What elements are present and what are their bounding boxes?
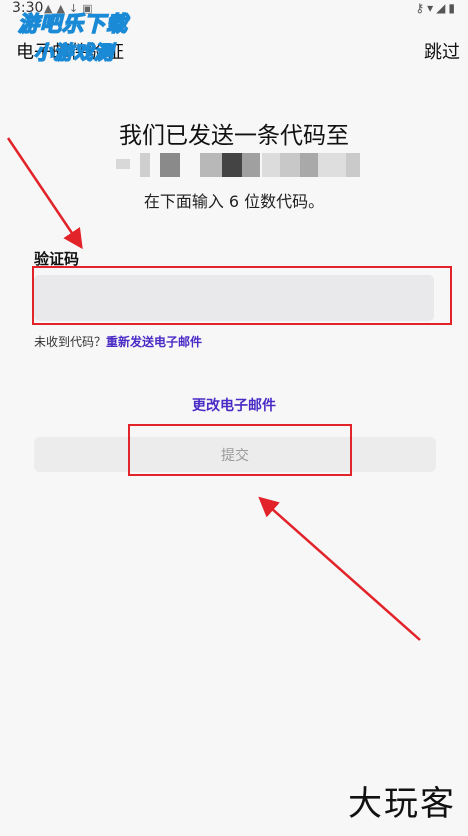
watermark-logo-line1: 游吧乐下载 <box>17 11 128 37</box>
key-icon: ⚷ <box>415 1 428 15</box>
redacted-email <box>112 153 362 181</box>
instruction-text: 在下面输入 6 位数代码。 <box>143 192 325 211</box>
watermark-text: 大玩客 <box>348 784 456 824</box>
resend-hint: 未收到代码？重新发送电子邮件 <box>34 333 202 350</box>
battery-icon: ▮ <box>448 1 458 15</box>
resend-hint-text: 未收到代码？ <box>34 335 107 349</box>
signal-icon: ◢ <box>436 1 449 15</box>
annotation-box-input <box>32 266 452 325</box>
watermark-logo-line2: 小游戏测 <box>33 41 115 65</box>
headline: 我们已发送一条代码至 <box>119 123 349 149</box>
system-icons: ⚷▾◢▮ <box>415 1 458 15</box>
arrow-to-submit <box>258 496 421 641</box>
skip-button[interactable]: 跳过 <box>424 38 460 64</box>
change-email-link[interactable]: 更改电子邮件 <box>0 395 468 415</box>
annotation-box-submit <box>128 424 352 476</box>
resend-email-link[interactable]: 重新发送电子邮件 <box>106 335 202 349</box>
watermark-logo: 游吧乐下载 小游戏测 <box>17 8 140 68</box>
wifi-icon: ▾ <box>427 1 437 15</box>
